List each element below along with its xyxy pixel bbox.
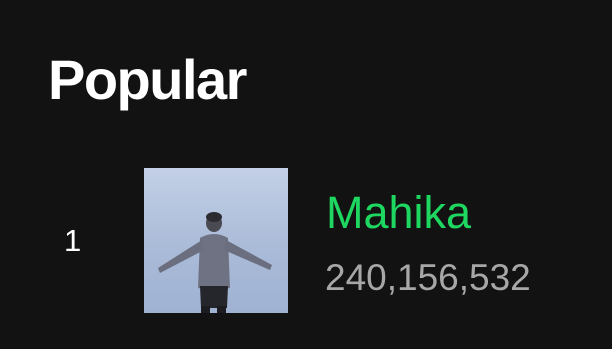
track-number: 1 [64,223,82,258]
track-row[interactable]: 1 Mahika 240,156,532 [0,168,612,314]
track-play-count: 240,156,532 [325,257,531,298]
track-title[interactable]: Mahika [326,190,471,235]
section-title: Popular [48,48,247,111]
album-art-image[interactable] [144,168,288,313]
